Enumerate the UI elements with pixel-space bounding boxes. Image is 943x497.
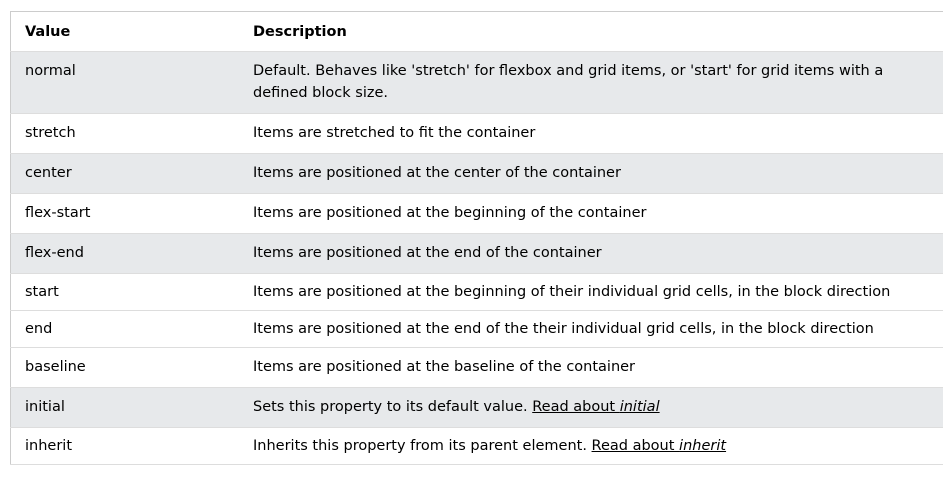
description-cell: Inherits this property from its parent e… [245,427,943,465]
value-cell: flex-start [10,193,245,234]
description-cell: Items are positioned at the beginning of… [245,273,943,311]
table-row-end: end Items are positioned at the end of t… [10,310,943,348]
column-header-description: Description [245,11,943,52]
table-row-baseline: baseline Items are positioned at the bas… [10,347,943,388]
description-cell: Items are positioned at the baseline of … [245,347,943,388]
table-row-start: start Items are positioned at the beginn… [10,273,943,311]
table-row-initial: initial Sets this property to its defaul… [10,387,943,428]
link-prefix: Read about [532,399,620,415]
table-row-center: center Items are positioned at the cente… [10,153,943,194]
link-prefix: Read about [591,438,680,454]
description-cell: Items are stretched to fit the container [245,113,943,154]
table-row-stretch: stretch Items are stretched to fit the c… [10,113,943,154]
value-cell: inherit [10,427,245,465]
value-cell: start [10,273,245,311]
table-header-row: Value Description [10,11,943,52]
value-cell: flex-end [10,233,245,274]
value-cell: end [10,310,245,348]
table-row-flex-start: flex-start Items are positioned at the b… [10,193,943,234]
link-term: initial [619,399,660,415]
value-cell: stretch [10,113,245,154]
table-row-inherit: inherit Inherits this property from its … [10,427,943,465]
description-cell: Sets this property to its default value.… [245,387,943,428]
read-about-inherit-link[interactable]: Read about inherit [592,438,727,454]
table-row-flex-end: flex-end Items are positioned at the end… [10,233,943,274]
description-text: Inherits this property from its parent e… [253,438,587,454]
description-cell: Default. Behaves like 'stretch' for flex… [245,51,943,114]
description-cell: Items are positioned at the center of th… [245,153,943,194]
value-cell: normal [10,51,245,114]
table-row-normal: normal Default. Behaves like 'stretch' f… [10,51,943,114]
property-values-table: Value Description normal Default. Behave… [10,11,943,465]
read-about-initial-link[interactable]: Read about initial [532,399,659,415]
description-cell: Items are positioned at the end of the t… [245,310,943,348]
link-term: inherit [679,438,727,454]
description-cell: Items are positioned at the end of the c… [245,233,943,274]
value-cell: center [10,153,245,194]
description-cell: Items are positioned at the beginning of… [245,193,943,234]
value-cell: baseline [10,347,245,388]
value-cell: initial [10,387,245,428]
column-header-value: Value [10,11,245,52]
description-text: Sets this property to its default value. [253,399,528,415]
